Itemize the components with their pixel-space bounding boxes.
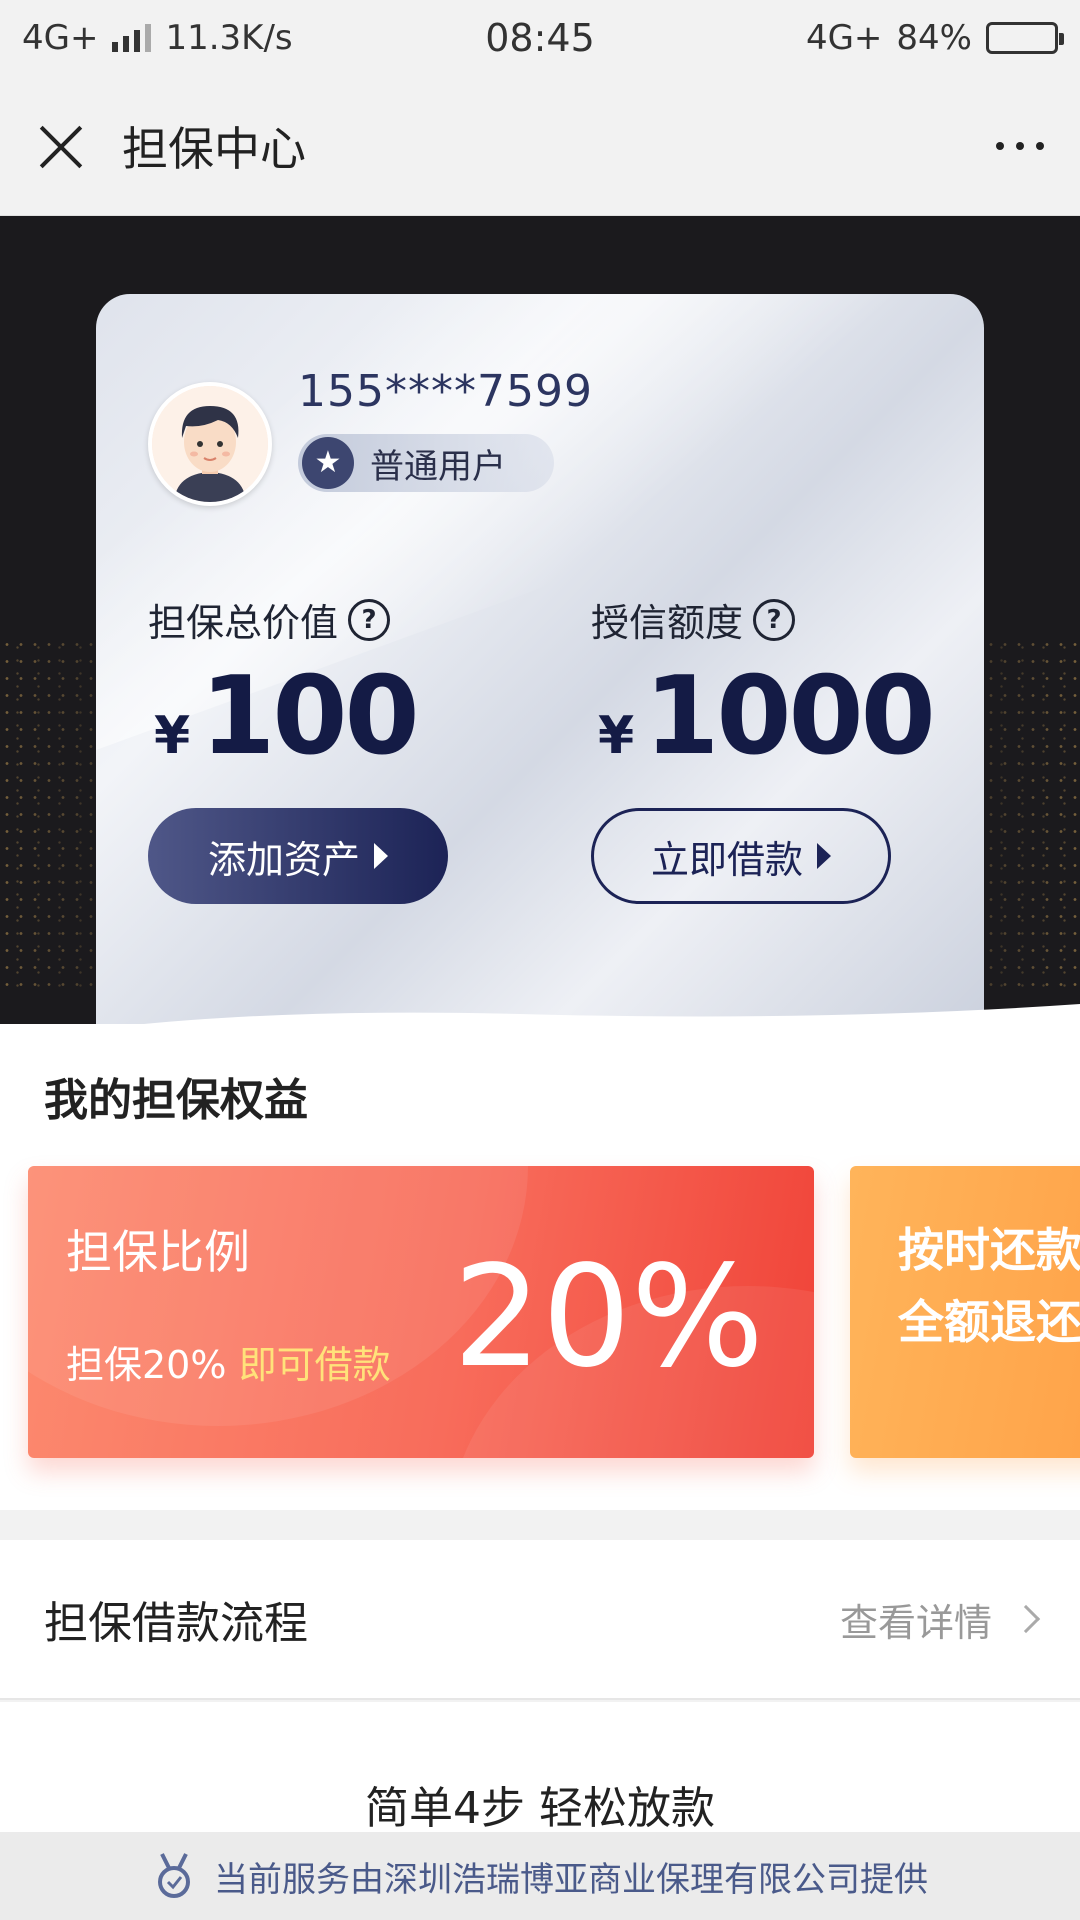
battery-percent: 84% [896, 18, 972, 58]
guarantee-label: 担保总价值 [148, 601, 339, 645]
benefit-ratio-subtitle-prefix: 担保20% [66, 1343, 227, 1387]
help-icon[interactable]: ? [348, 598, 391, 641]
status-bar: 4G+ 11.3K/s 08:45 4G+ 84% [0, 0, 1080, 76]
credit-value-group: ¥ 1000 [598, 654, 936, 779]
hero-section: 155****7599 ★ 普通用户 担保总价值 ? ¥ 100 授信额度 ? … [0, 216, 1080, 1026]
close-icon[interactable] [36, 121, 86, 171]
status-right: 4G+ 84% [805, 18, 1064, 58]
signal-icon [112, 24, 152, 52]
chevron-right-icon [1011, 1604, 1041, 1634]
status-left: 4G+ 11.3K/s [22, 18, 293, 58]
credit-value: 1000 [644, 654, 936, 779]
user-phone: 155****7599 [298, 366, 593, 417]
benefits-title: 我的担保权益 [44, 1075, 308, 1126]
battery-icon [986, 22, 1064, 54]
process-title: 担保借款流程 [44, 1598, 308, 1649]
benefit-refund-line2: 全额退还 [898, 1295, 1080, 1349]
network-indicator: 4G+ [22, 18, 99, 58]
currency-symbol: ¥ [154, 706, 191, 766]
service-provider-text: 当前服务由深圳浩瑞博亚商业保理有限公司提供 [214, 1859, 928, 1900]
benefit-refund-line1: 按时还款 [898, 1223, 1080, 1277]
nav-bar: 担保中心 [0, 76, 1080, 216]
guarantee-value: 100 [200, 654, 419, 779]
benefits-section: 我的担保权益 担保比例 担保20% 即可借款 20% 按时还款 全额退还 [0, 1024, 1080, 1510]
star-icon: ★ [302, 437, 354, 489]
guarantee-label-group: 担保总价值 ? [148, 592, 391, 647]
guarantee-value-group: ¥ 100 [154, 654, 420, 779]
borrow-now-label: 立即借款 [650, 837, 803, 882]
view-details-label: 查看详情 [839, 1600, 992, 1645]
account-card: 155****7599 ★ 普通用户 担保总价值 ? ¥ 100 授信额度 ? … [96, 294, 984, 1026]
benefit-ratio-subtitle-highlight: 即可借款 [238, 1343, 391, 1387]
network-speed: 11.3K/s [165, 18, 293, 58]
play-arrow-icon [817, 843, 831, 869]
benefit-ratio-subtitle: 担保20% 即可借款 [66, 1334, 391, 1389]
more-icon[interactable] [996, 132, 1044, 160]
medal-icon [158, 1853, 190, 1898]
process-row[interactable]: 担保借款流程 查看详情 [0, 1540, 1080, 1700]
user-level-badge: ★ 普通用户 [298, 434, 554, 492]
steps-headline: 简单4步 轻松放款 [365, 1783, 715, 1834]
network-indicator-right: 4G+ [805, 18, 883, 58]
help-icon[interactable]: ? [753, 598, 796, 641]
avatar-face-icon [152, 386, 268, 502]
user-level: 普通用户 [370, 446, 506, 487]
add-asset-button[interactable]: 添加资产 [148, 808, 448, 904]
benefit-card-ratio[interactable]: 担保比例 担保20% 即可借款 20% [28, 1166, 814, 1458]
credit-label: 授信额度 [591, 601, 744, 645]
credit-label-group: 授信额度 ? [591, 592, 796, 647]
page-title: 担保中心 [122, 121, 306, 176]
play-arrow-icon [374, 843, 388, 869]
add-asset-label: 添加资产 [207, 837, 360, 882]
footer: 当前服务由深圳浩瑞博亚商业保理有限公司提供 [0, 1832, 1080, 1920]
view-details-link[interactable]: 查看详情 [839, 1592, 1041, 1647]
benefit-ratio-value: 20% [452, 1236, 764, 1399]
currency-symbol: ¥ [598, 706, 635, 766]
benefit-card-refund[interactable]: 按时还款 全额退还 [850, 1166, 1080, 1458]
borrow-now-button[interactable]: 立即借款 [591, 808, 891, 904]
wave-divider [124, 1004, 1080, 1026]
benefit-ratio-title: 担保比例 [66, 1225, 250, 1279]
steps-area: 简单4步 轻松放款 [0, 1702, 1080, 1834]
avatar[interactable] [148, 382, 272, 506]
